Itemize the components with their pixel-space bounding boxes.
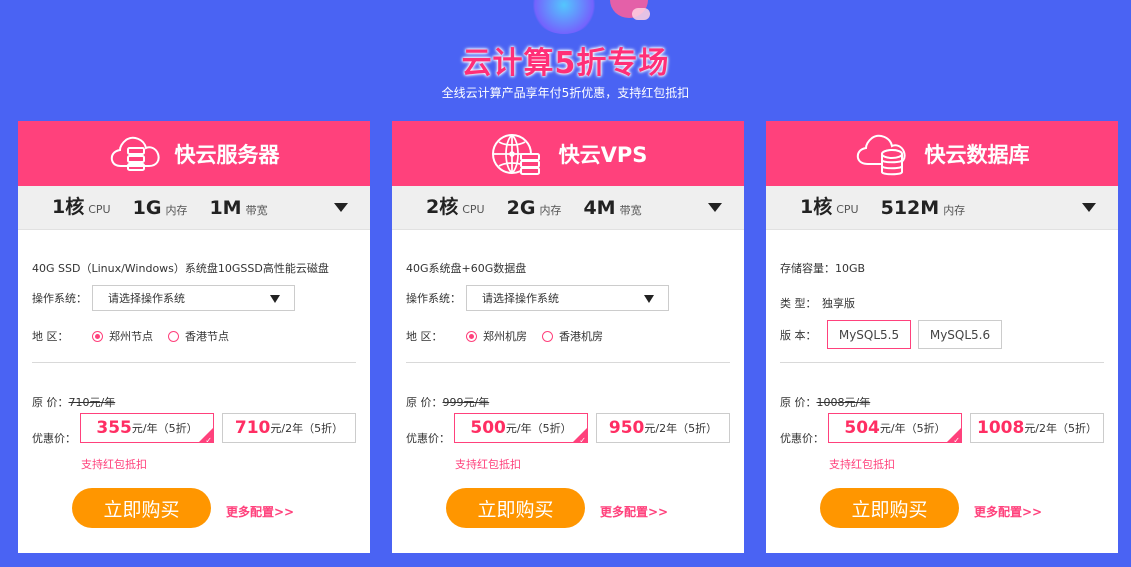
- decoration-streak: [632, 8, 650, 20]
- storage-row: 存储容量： 10GB: [780, 261, 866, 276]
- chevron-down-icon: [270, 295, 280, 303]
- region-row: 地 区： 郑州机房 香港机房: [406, 328, 603, 344]
- card-body: 40G SSD（Linux/Windows）系统盘10GSSD高性能云磁盘 操作…: [18, 230, 370, 553]
- buy-button[interactable]: 立即购买: [446, 488, 585, 528]
- offer-1year[interactable]: 355元/年（5折）: [80, 413, 214, 443]
- spec-dropdown[interactable]: 2核 CPU 2G 内存 4M 带宽: [392, 186, 744, 230]
- os-row: 操作系统： 请选择操作系统: [32, 285, 295, 311]
- cloud-database-icon: [856, 134, 906, 175]
- spec-bandwidth: 1M 带宽: [209, 197, 268, 219]
- more-config-link[interactable]: 更多配置>>: [600, 503, 668, 520]
- os-select[interactable]: 请选择操作系统: [92, 285, 295, 311]
- version-row: 版 本： MySQL5.5 MySQL5.6: [780, 320, 1009, 349]
- region-option[interactable]: 香港节点: [168, 328, 229, 344]
- offer-2year[interactable]: 710 元/2年（5折）: [222, 413, 356, 443]
- chevron-down-icon[interactable]: [708, 203, 722, 212]
- spec-memory: 1G 内存: [132, 197, 188, 219]
- radio-selected-icon: [92, 330, 103, 342]
- spec-cpu: 2核 CPU: [426, 196, 485, 218]
- spec-dropdown[interactable]: 1核 CPU 1G 内存 1M 带宽: [18, 186, 370, 230]
- card-header: 快云服务器: [18, 121, 370, 186]
- spec-memory: 2G 内存: [506, 197, 562, 219]
- card-header: 快云数据库: [766, 121, 1118, 186]
- offer-2year[interactable]: 1008 元/2年（5折）: [970, 413, 1104, 443]
- cloud-server-icon: [110, 136, 160, 171]
- chevron-down-icon: [644, 295, 654, 303]
- chevron-down-icon[interactable]: [1082, 203, 1096, 212]
- spec-dropdown[interactable]: 1核 CPU 512M 内存: [766, 186, 1118, 230]
- product-description: 40G SSD（Linux/Windows）系统盘10GSSD高性能云磁盘: [32, 262, 329, 275]
- original-price: 原 价：710元/年: [32, 396, 116, 409]
- offer-1year[interactable]: 500元/年（5折）: [454, 413, 588, 443]
- os-select[interactable]: 请选择操作系统: [466, 285, 669, 311]
- more-config-link[interactable]: 更多配置>>: [226, 503, 294, 520]
- spec-bandwidth: 4M 带宽: [583, 197, 642, 219]
- version-mysql55[interactable]: MySQL5.5: [827, 320, 911, 349]
- product-card-vps: 快云VPS 2核 CPU 2G 内存 4M 带宽 40G系统盘+60G数据盘 操作系统…: [392, 121, 744, 553]
- spec-memory: 512M 内存: [880, 197, 966, 219]
- discount-price-label: 优惠价：: [32, 432, 76, 445]
- divider: [32, 362, 356, 363]
- divider: [780, 362, 1104, 363]
- discount-price-label: 优惠价：: [780, 432, 824, 445]
- buy-button[interactable]: 立即购买: [820, 488, 959, 528]
- radio-selected-icon: [466, 330, 477, 342]
- chevron-down-icon[interactable]: [334, 203, 348, 212]
- discount-price-label: 优惠价：: [406, 432, 450, 445]
- spec-cpu: 1核 CPU: [52, 196, 111, 218]
- os-row: 操作系统： 请选择操作系统: [406, 285, 669, 311]
- card-body: 存储容量： 10GB 类 型： 独享版 版 本： MySQL5.5 MySQL5.6…: [766, 230, 1118, 553]
- card-title: 快云VPS: [558, 142, 648, 167]
- product-card-database: 快云数据库 1核 CPU 512M 内存 存储容量： 10GB 类 型： 独享版 版 本…: [766, 121, 1118, 553]
- card-title: 快云服务器: [174, 142, 280, 167]
- region-option[interactable]: 郑州机房: [466, 328, 527, 344]
- radio-icon: [168, 330, 179, 342]
- card-title: 快云数据库: [924, 142, 1030, 167]
- vps-globe-icon: [491, 133, 540, 175]
- product-card-server: 快云服务器 1核 CPU 1G 内存 1M 带宽 40G SSD（Linux/Wind…: [18, 121, 370, 553]
- version-mysql56[interactable]: MySQL5.6: [918, 320, 1002, 349]
- offer-2year[interactable]: 950 元/2年（5折）: [596, 413, 730, 443]
- region-row: 地 区： 郑州节点 香港节点: [32, 328, 229, 344]
- page-subtitle: 全线云计算产品享年付5折优惠，支持红包抵扣: [441, 86, 690, 100]
- original-price: 原 价：1008元/年: [780, 396, 871, 409]
- divider: [406, 362, 730, 363]
- spec-cpu: 1核 CPU: [800, 196, 859, 218]
- type-row: 类 型： 独享版: [780, 297, 855, 310]
- decoration-splash: [530, 0, 598, 34]
- card-header: 快云VPS: [392, 121, 744, 186]
- buy-button[interactable]: 立即购买: [72, 488, 211, 528]
- support-note: 支持红包抵扣: [81, 458, 147, 471]
- original-price: 原 价：999元/年: [406, 396, 490, 409]
- region-option[interactable]: 香港机房: [542, 328, 603, 344]
- product-description: 40G系统盘+60G数据盘: [406, 262, 527, 275]
- radio-icon: [542, 330, 553, 342]
- support-note: 支持红包抵扣: [829, 458, 895, 471]
- page-title: 云计算5折专场: [461, 46, 670, 81]
- offer-1year[interactable]: 504元/年（5折）: [828, 413, 962, 443]
- support-note: 支持红包抵扣: [455, 458, 521, 471]
- region-option[interactable]: 郑州节点: [92, 328, 153, 344]
- more-config-link[interactable]: 更多配置>>: [974, 503, 1042, 520]
- card-body: 40G系统盘+60G数据盘 操作系统： 请选择操作系统 地 区： 郑州机房 香港…: [392, 230, 744, 553]
